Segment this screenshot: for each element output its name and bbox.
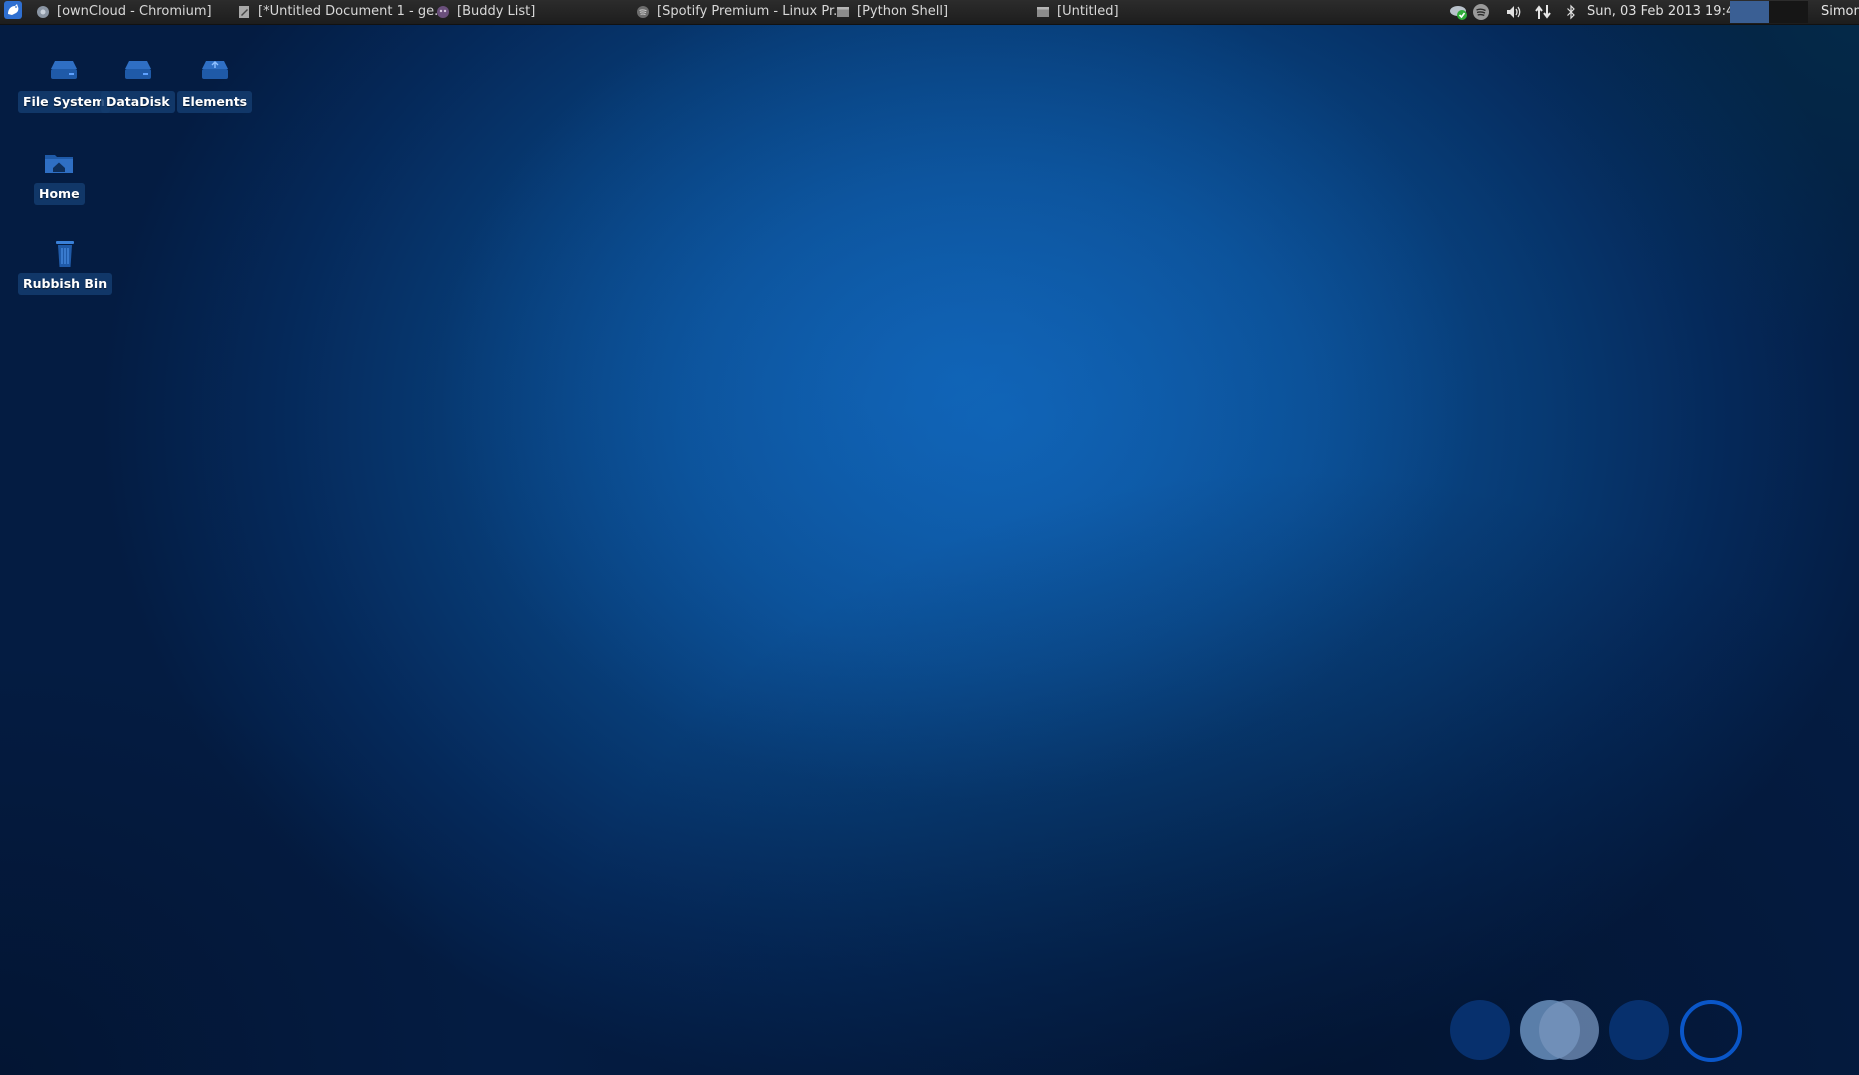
taskbar-item-python-shell[interactable]: [Python Shell] [836, 0, 1036, 24]
taskbar-item-label: [*Untitled Document 1 - ge... [258, 4, 437, 19]
taskbar-item-label: [Buddy List] [457, 4, 536, 19]
taskbar-item-label: [Python Shell] [857, 4, 949, 19]
taskbar-item-chromium[interactable]: [ownCloud - Chromium] [36, 0, 236, 24]
workspace-2-button[interactable] [1769, 1, 1808, 23]
wallpaper-circle [1450, 1000, 1510, 1060]
drive-icon [121, 54, 155, 88]
taskbar-item-label: [Spotify Premium - Linux Pr... [657, 4, 836, 19]
taskbar-item-buddy-list[interactable]: [Buddy List] [436, 0, 636, 24]
taskbar-item-text-editor[interactable]: [*Untitled Document 1 - ge... [237, 0, 437, 24]
desktop-icon-elements[interactable]: Elements [177, 54, 253, 113]
taskbar-item-label: [Untitled] [1057, 4, 1119, 19]
spotify-tray-icon[interactable] [1470, 1, 1492, 23]
desktop-icon-label: Rubbish Bin [18, 273, 113, 295]
desktop[interactable]: [ownCloud - Chromium] [*Untitled Documen… [0, 0, 1859, 1075]
home-folder-icon [42, 146, 76, 180]
clock[interactable]: Sun, 03 Feb 2013 19:49 [1587, 0, 1743, 24]
volume-icon[interactable] [1505, 3, 1523, 21]
spotify-icon [636, 5, 650, 19]
drive-icon [47, 54, 81, 88]
desktop-icon-home[interactable]: Home [34, 146, 85, 205]
desktop-icon-file-system[interactable]: File System [18, 54, 111, 113]
desktop-icon-label: Elements [177, 91, 253, 113]
text-editor-icon [237, 5, 251, 19]
window-icon [836, 5, 850, 19]
desktop-icon-label: Home [34, 183, 85, 205]
taskbar-item-label: [ownCloud - Chromium] [57, 4, 212, 19]
taskbar-item-spotify[interactable]: [Spotify Premium - Linux Pr... [636, 0, 836, 24]
applications-menu-button[interactable] [3, 1, 23, 23]
trash-icon [48, 236, 82, 270]
xfce-mouse-icon [4, 1, 22, 23]
usb-drive-icon [198, 54, 232, 88]
taskbar-item-untitled[interactable]: [Untitled] [1036, 0, 1236, 24]
wallpaper-circle [1539, 1000, 1599, 1060]
workspace-1-button[interactable] [1730, 1, 1769, 23]
wallpaper-ring [1680, 1000, 1742, 1062]
desktop-icon-rubbish-bin[interactable]: Rubbish Bin [18, 236, 113, 295]
wallpaper-circle [1609, 1000, 1669, 1060]
chromium-icon [36, 5, 50, 19]
desktop-icon-label: DataDisk [101, 91, 175, 113]
user-name[interactable]: Simon [1821, 0, 1859, 24]
window-icon [1036, 5, 1050, 19]
system-tray [1448, 0, 1492, 24]
network-icon[interactable] [1534, 3, 1552, 21]
desktop-icon-label: File System [18, 91, 111, 113]
pidgin-icon [436, 5, 450, 19]
top-panel: [ownCloud - Chromium] [*Untitled Documen… [0, 0, 1859, 25]
bluetooth-icon[interactable] [1565, 4, 1577, 20]
owncloud-sync-icon[interactable] [1448, 1, 1470, 23]
desktop-icon-datadisk[interactable]: DataDisk [101, 54, 175, 113]
